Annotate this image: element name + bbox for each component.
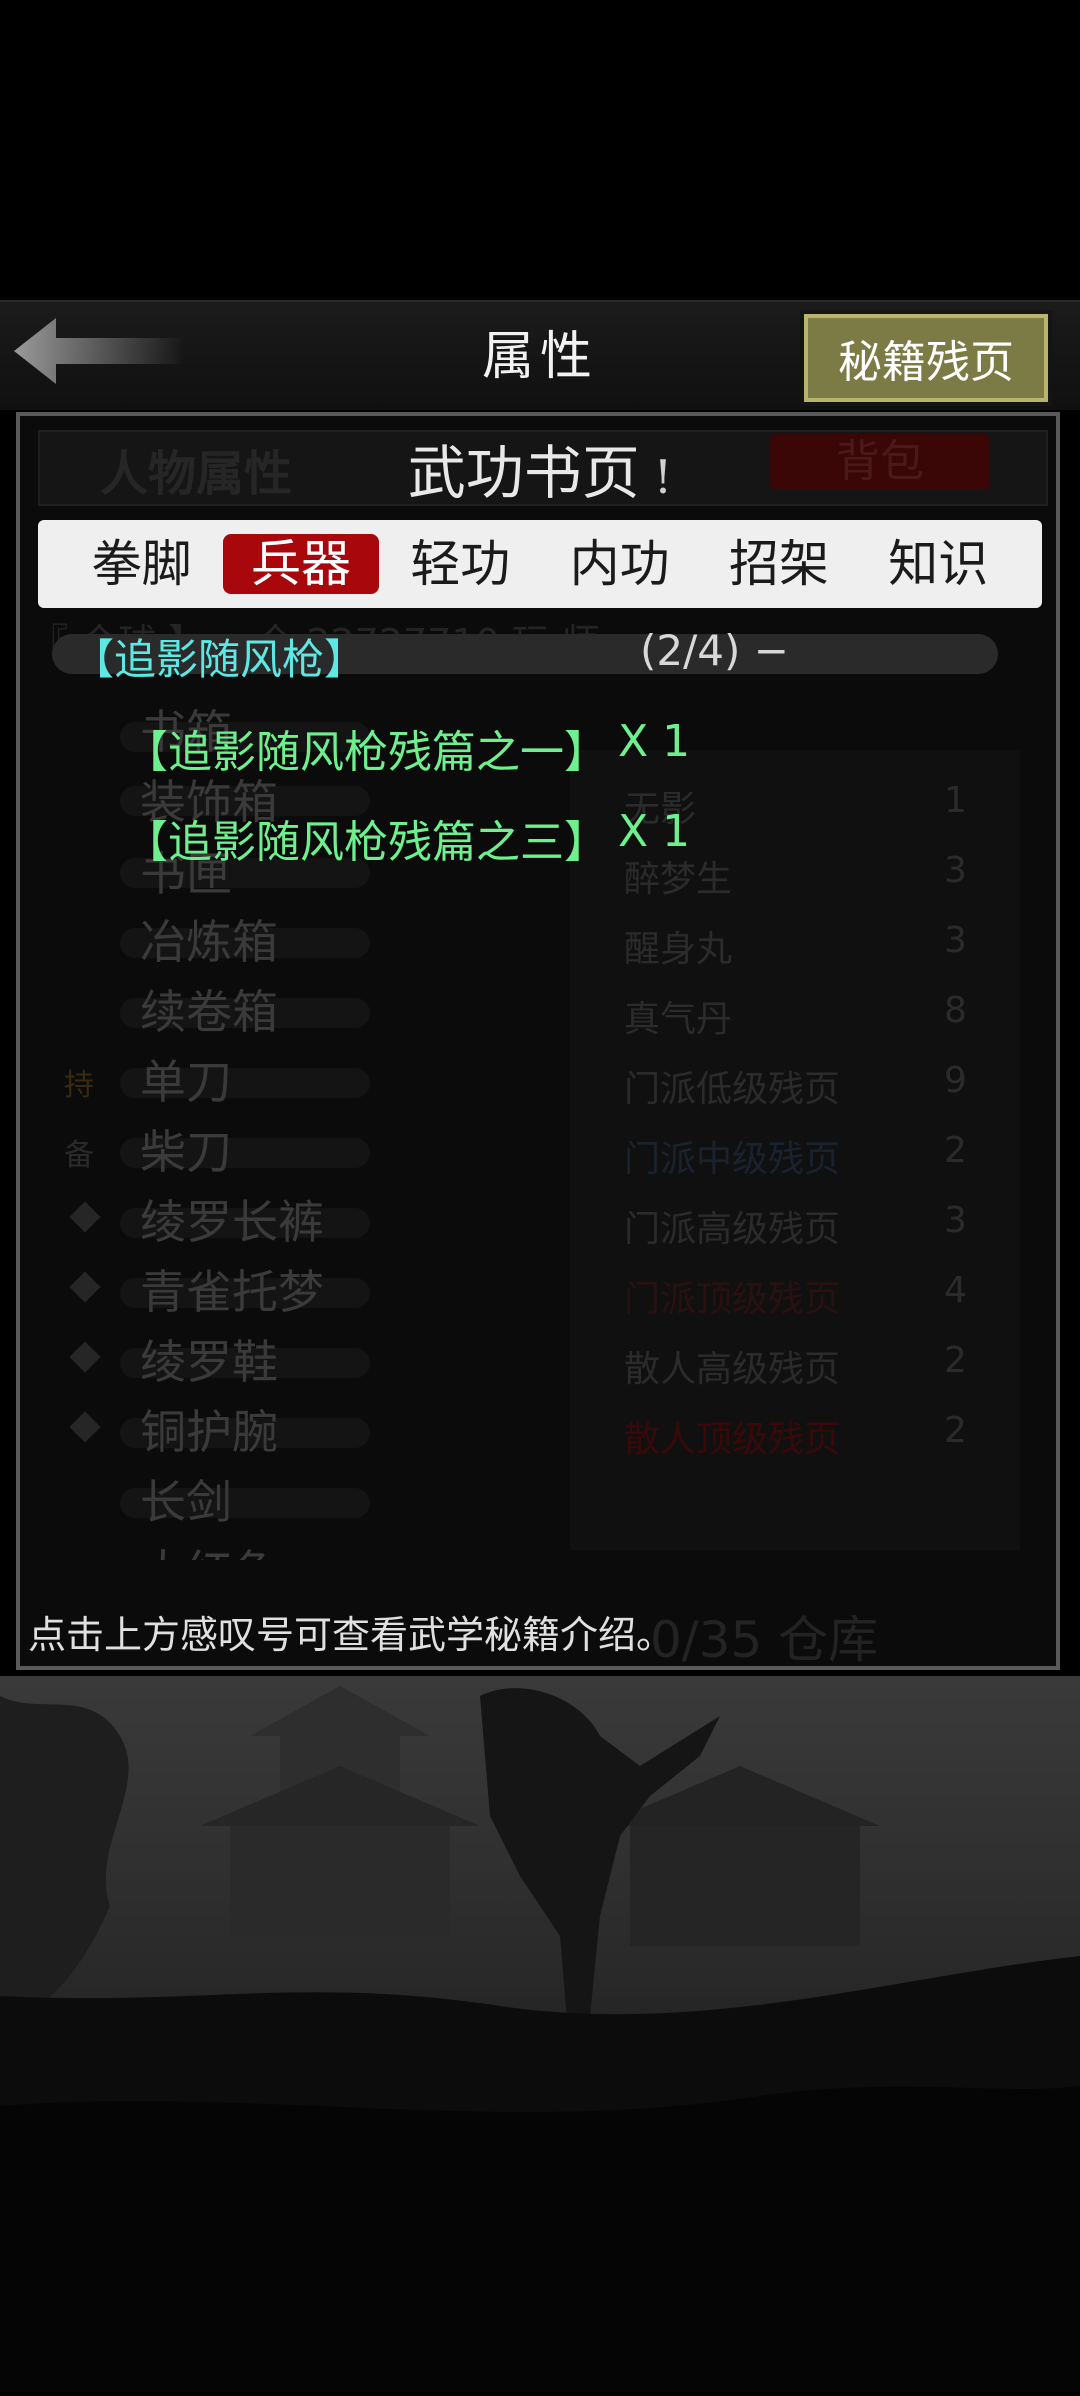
- tab-fist-kick[interactable]: 拳脚: [64, 534, 220, 594]
- spare-tag: 备: [64, 1138, 94, 1173]
- background-scene: [0, 1676, 1080, 2392]
- group-name: 【追影随风枪】: [72, 635, 367, 684]
- background-right-item: 门派高级残页: [624, 1209, 841, 1250]
- tab-parry[interactable]: 招架: [701, 534, 857, 594]
- background-right-item: 醒身丸: [624, 929, 733, 970]
- background-right-count: 3: [944, 1200, 967, 1241]
- popup-title-text: 武功书页: [407, 439, 640, 507]
- background-item: 长剑: [140, 1475, 232, 1529]
- tab-internal[interactable]: 内功: [542, 534, 698, 594]
- background-right-item: 散人高级残页: [624, 1349, 841, 1390]
- tab-weapons[interactable]: 兵器: [222, 534, 379, 594]
- page-item-name[interactable]: 【追影随风枪残篇之三】: [124, 806, 608, 870]
- background-item: 续卷箱: [140, 985, 278, 1039]
- background-item: 大红色: [140, 1536, 278, 1560]
- background-right-item: 门派低级残页: [624, 1069, 841, 1110]
- background-item: 柴刀: [140, 1125, 232, 1179]
- background-item: 绫罗长裤: [140, 1195, 324, 1249]
- background-item: 冶炼箱: [140, 915, 278, 969]
- background-right-count: 1: [944, 780, 967, 821]
- background-right-count: 2: [944, 1340, 967, 1381]
- background-item: 青雀托梦: [140, 1265, 324, 1319]
- background-right-item: 醉梦生: [624, 859, 733, 900]
- background-right-item: 真气丹: [624, 999, 733, 1040]
- background-right-count: 9: [944, 1060, 967, 1101]
- background-right-count: 2: [944, 1130, 967, 1171]
- hint-text: 点击上方感叹号可查看武学秘籍介绍。: [28, 1613, 675, 1657]
- background-right-item: 散人顶级残页: [624, 1419, 841, 1460]
- background-right-count: 3: [944, 920, 967, 961]
- page-item-qty: X 1: [618, 806, 691, 857]
- equipped-tag: 持: [64, 1068, 94, 1103]
- background-right-count: 8: [944, 990, 967, 1031]
- temple-silhouette-image: [0, 1686, 1080, 2392]
- background-right-item: 门派顶级残页: [624, 1279, 841, 1320]
- background-right-count: 3: [944, 850, 967, 891]
- background-right-item: 门派中级残页: [624, 1139, 841, 1180]
- tab-knowledge[interactable]: 知识: [860, 534, 1016, 594]
- tab-lightness[interactable]: 轻功: [382, 534, 538, 594]
- background-item: 绫罗鞋: [140, 1335, 278, 1389]
- page-item-qty: X 1: [618, 716, 691, 767]
- info-icon[interactable]: !: [654, 450, 673, 504]
- background-right-count: 2: [944, 1410, 967, 1451]
- secret-pages-button[interactable]: 秘籍残页: [800, 310, 1052, 406]
- popup-title: 武功书页!: [0, 426, 1080, 510]
- background-item: 单刀: [140, 1055, 232, 1109]
- background-item: 铜护腕: [140, 1405, 278, 1459]
- page-item-name[interactable]: 【追影随风枪残篇之一】: [124, 716, 608, 780]
- background-footer: 0/35 仓库: [650, 1611, 879, 1669]
- background-right-count: 4: [944, 1270, 967, 1311]
- group-count[interactable]: (2/4) −: [640, 626, 789, 675]
- category-tab-bar: 拳脚 兵器 轻功 内功 招架 知识: [38, 520, 1042, 608]
